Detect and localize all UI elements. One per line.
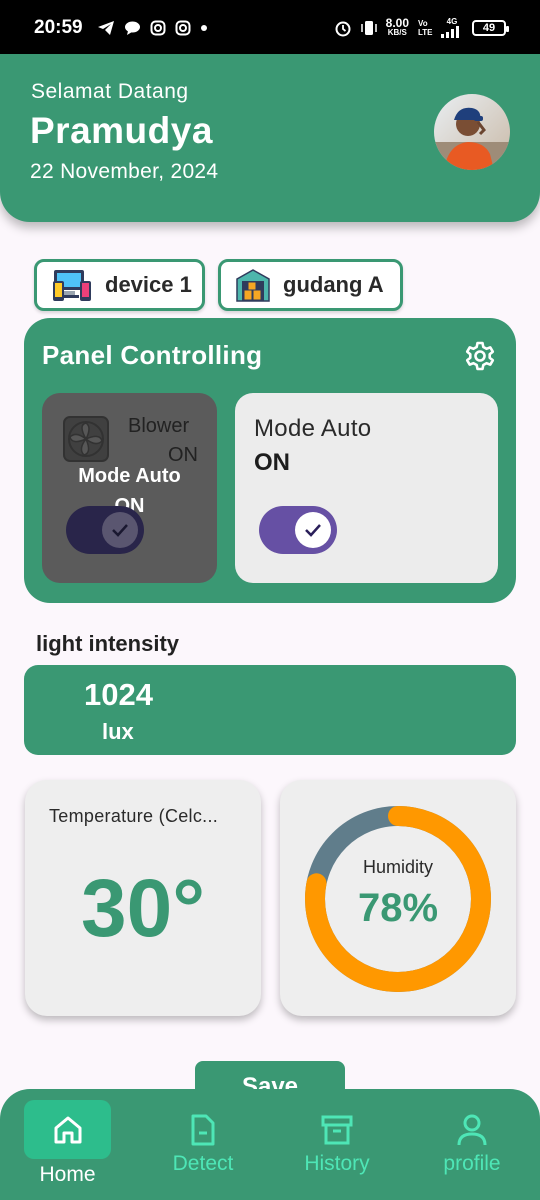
control-panel: Panel Controlling Blower ON Mode Auto ON xyxy=(24,318,516,603)
battery-indicator: 49 xyxy=(472,20,509,36)
telegram-icon xyxy=(97,21,114,35)
mode-auto-label: Mode Auto xyxy=(254,415,372,442)
fan-icon xyxy=(63,416,109,462)
greeting-text: Selamat Datang xyxy=(31,80,189,103)
home-icon xyxy=(54,1116,81,1143)
volte-indicator: Vo LTE xyxy=(418,19,433,37)
lux-unit: lux xyxy=(102,719,134,744)
check-icon xyxy=(305,524,321,537)
nav-history[interactable]: History xyxy=(296,1089,378,1176)
gear-icon[interactable] xyxy=(464,340,496,372)
panel-title: Panel Controlling xyxy=(42,340,263,370)
nav-detect[interactable]: Detect xyxy=(158,1089,248,1176)
location-chip[interactable]: gudang A xyxy=(218,259,403,311)
status-time: 20:59 xyxy=(34,17,83,38)
blower-toggle[interactable] xyxy=(66,506,144,554)
dot-icon xyxy=(200,25,207,31)
vibrate-icon xyxy=(360,21,377,35)
welcome-header: Selamat Datang Pramudya 22 November, 202… xyxy=(0,54,540,222)
date-text: 22 November, 2024 xyxy=(30,160,219,183)
alarm-icon xyxy=(335,21,351,37)
light-intensity-title: light intensity xyxy=(36,631,179,656)
net-speed: 8.00 KB/S xyxy=(385,16,409,37)
mode-auto-toggle[interactable] xyxy=(259,506,337,554)
humidity-value: 78% xyxy=(357,886,439,930)
blower-card: Blower ON Mode Auto ON xyxy=(42,393,217,583)
humidity-title: Humidity xyxy=(362,857,433,877)
toggle-knob xyxy=(102,512,138,548)
app-screen: { "status_bar": { "time": "20:59", "net_… xyxy=(0,0,540,1200)
mode-auto-card: Mode Auto ON xyxy=(235,393,498,583)
system-icons: 8.00 KB/S Vo LTE 4G 49 xyxy=(334,16,509,38)
username-text: Pramudya xyxy=(30,110,213,151)
blower-overlay-mode-label: Mode Auto xyxy=(78,465,181,487)
archive-icon xyxy=(321,1115,353,1145)
humidity-card: Humidity 78% xyxy=(280,780,516,1016)
warehouse-icon xyxy=(236,269,270,302)
bottom-navigation: Home Detect History profile xyxy=(0,1089,540,1200)
temperature-title: Temperature (Celc... xyxy=(49,806,219,826)
device-chip[interactable]: device 1 xyxy=(34,259,205,311)
nav-history-label: History xyxy=(304,1152,370,1175)
device-chip-label: device 1 xyxy=(105,272,192,297)
signal-indicator: 4G xyxy=(441,18,463,38)
notification-icons xyxy=(97,20,208,36)
location-chip-label: gudang A xyxy=(283,272,384,297)
lux-value: 1024 xyxy=(84,677,153,712)
chat-icon xyxy=(124,21,140,35)
nav-home-indicator xyxy=(24,1100,111,1159)
avatar[interactable] xyxy=(434,94,510,170)
nav-profile-label: profile xyxy=(443,1152,501,1175)
instagram-icon xyxy=(150,20,166,36)
toggle-knob xyxy=(295,512,331,548)
document-icon xyxy=(191,1114,215,1146)
signal-icon xyxy=(441,26,459,38)
temperature-card: Temperature (Celc... 30° xyxy=(25,780,261,1016)
nav-profile[interactable]: profile xyxy=(433,1089,511,1176)
mode-auto-state: ON xyxy=(254,449,290,476)
device-icon xyxy=(53,270,91,301)
nav-home-label: Home xyxy=(39,1163,96,1186)
person-icon xyxy=(457,1114,487,1146)
instagram-icon xyxy=(175,20,191,36)
check-icon xyxy=(112,524,128,537)
blower-label: Blower xyxy=(128,415,190,437)
temperature-value: 30° xyxy=(80,863,205,954)
status-bar: 20:59 8.00 KB/S Vo LTE 4G 49 xyxy=(0,0,540,56)
nav-detect-label: Detect xyxy=(172,1152,234,1175)
nav-home[interactable]: Home xyxy=(24,1089,111,1187)
light-intensity-box: 1024 lux xyxy=(24,665,516,755)
